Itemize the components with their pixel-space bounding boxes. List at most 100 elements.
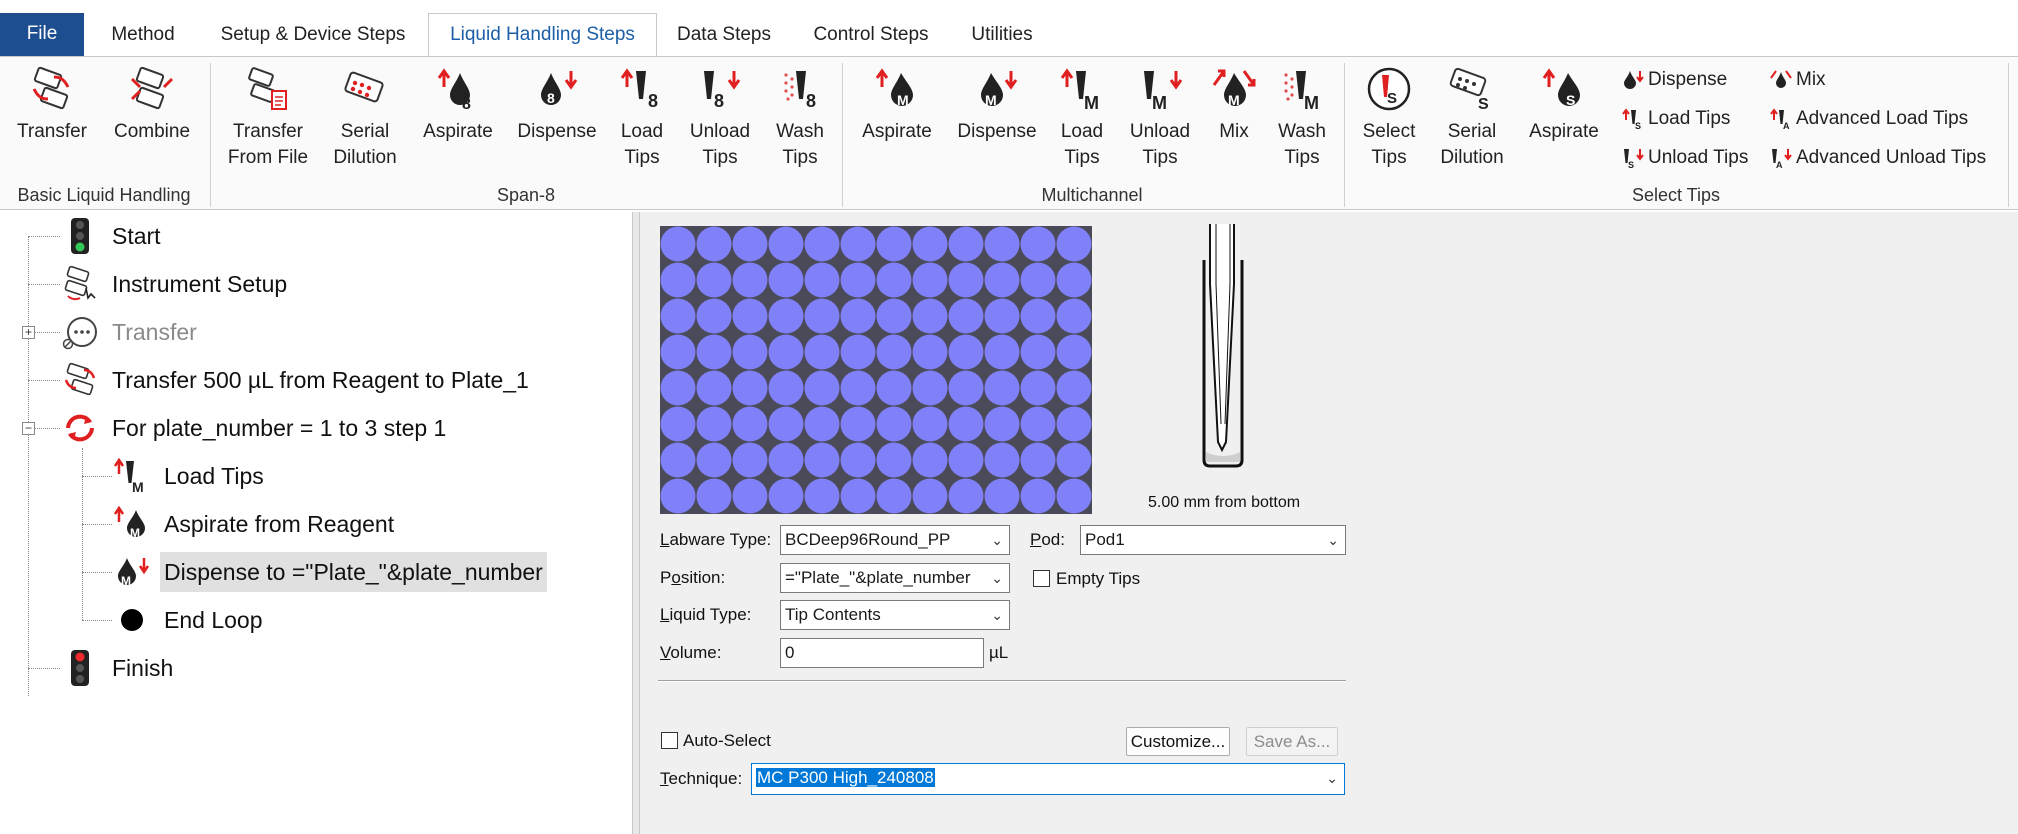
plate-well[interactable]	[876, 334, 912, 370]
plate-well[interactable]	[984, 298, 1020, 334]
plate-well[interactable]	[804, 262, 840, 298]
liquid-type-dropdown[interactable]: Tip Contents ⌄	[780, 600, 1010, 630]
mc-mix-button[interactable]: M Mix	[1208, 65, 1260, 145]
select-tips-button[interactable]: S Select Tips	[1356, 65, 1422, 171]
plate-well[interactable]	[1056, 334, 1092, 370]
plate-well[interactable]	[732, 370, 768, 406]
plate-well[interactable]	[660, 226, 696, 262]
plate-well[interactable]	[912, 298, 948, 334]
volume-input[interactable]: 0	[780, 638, 984, 668]
plate-well[interactable]	[1056, 262, 1092, 298]
save-as-button[interactable]: Save As...	[1246, 727, 1338, 756]
span8-serial-dilution-button[interactable]: Serial Dilution	[326, 65, 404, 171]
plate-well[interactable]	[696, 478, 732, 514]
plate-well[interactable]	[840, 334, 876, 370]
mc-load-tips-button[interactable]: M Load Tips	[1056, 65, 1108, 171]
plate-well[interactable]	[840, 298, 876, 334]
plate-well[interactable]	[768, 370, 804, 406]
plate-well[interactable]	[876, 370, 912, 406]
plate-well[interactable]	[984, 478, 1020, 514]
plate-well[interactable]	[1056, 478, 1092, 514]
plate-well[interactable]	[1056, 406, 1092, 442]
plate-well[interactable]	[876, 262, 912, 298]
st-advanced-load-tips-button[interactable]: A Advanced Load Tips	[1770, 104, 1968, 134]
mc-dispense-button[interactable]: M Dispense	[950, 65, 1044, 145]
plate-well[interactable]	[1020, 298, 1056, 334]
plate-well[interactable]	[912, 226, 948, 262]
technique-dropdown[interactable]: MC P300 High_240808 ⌄	[751, 763, 1345, 795]
plate-well[interactable]	[696, 226, 732, 262]
plate-well[interactable]	[948, 334, 984, 370]
plate-well[interactable]	[948, 370, 984, 406]
plate-well[interactable]	[984, 406, 1020, 442]
plate-well[interactable]	[732, 478, 768, 514]
plate-well[interactable]	[696, 442, 732, 478]
mc-wash-tips-button[interactable]: M Wash Tips	[1274, 65, 1330, 171]
pod-dropdown[interactable]: Pod1 ⌄	[1080, 525, 1346, 555]
plate-well[interactable]	[1056, 298, 1092, 334]
plate-well[interactable]	[768, 262, 804, 298]
plate-well[interactable]	[660, 262, 696, 298]
pane-splitter[interactable]	[632, 212, 640, 834]
plate-well[interactable]	[840, 406, 876, 442]
plate-well[interactable]	[696, 262, 732, 298]
plate-well[interactable]	[696, 406, 732, 442]
tab-data-steps[interactable]: Data Steps	[669, 14, 779, 56]
plate-well[interactable]	[1020, 262, 1056, 298]
labware-type-dropdown[interactable]: BCDeep96Round_PP ⌄	[780, 525, 1010, 555]
plate-well[interactable]	[768, 298, 804, 334]
plate-well[interactable]	[984, 370, 1020, 406]
collapse-toggle[interactable]: −	[22, 422, 35, 435]
plate-well[interactable]	[660, 298, 696, 334]
tab-file[interactable]: File	[0, 13, 84, 56]
st-unload-tips-button[interactable]: S Unload Tips	[1622, 143, 1748, 173]
plate-well[interactable]	[696, 370, 732, 406]
plate-well[interactable]	[984, 262, 1020, 298]
plate-well[interactable]	[840, 442, 876, 478]
plate-well[interactable]	[696, 334, 732, 370]
plate-well[interactable]	[1020, 406, 1056, 442]
plate-well[interactable]	[1056, 370, 1092, 406]
span8-unload-tips-button[interactable]: 8 Unload Tips	[684, 65, 756, 171]
plate-well[interactable]	[912, 262, 948, 298]
plate-well[interactable]	[948, 262, 984, 298]
span8-transfer-from-file-button[interactable]: Transfer From File	[226, 65, 310, 171]
plate-well[interactable]	[660, 370, 696, 406]
span8-wash-tips-button[interactable]: 8 Wash Tips	[770, 65, 830, 171]
plate-well[interactable]	[768, 226, 804, 262]
plate-well[interactable]	[804, 406, 840, 442]
plate-well[interactable]	[732, 262, 768, 298]
plate-well[interactable]	[660, 334, 696, 370]
plate-well[interactable]	[768, 406, 804, 442]
empty-tips-checkbox[interactable]	[1033, 570, 1050, 587]
plate-well[interactable]	[660, 406, 696, 442]
plate-well[interactable]	[1020, 370, 1056, 406]
st-mix-button[interactable]: Mix	[1770, 65, 1826, 95]
span8-aspirate-button[interactable]: 8 Aspirate	[418, 65, 498, 145]
mc-aspirate-button[interactable]: M Aspirate	[856, 65, 938, 145]
plate-well[interactable]	[768, 442, 804, 478]
plate-well[interactable]	[1020, 442, 1056, 478]
plate-well[interactable]	[1020, 478, 1056, 514]
plate-well[interactable]	[876, 442, 912, 478]
plate-well[interactable]	[876, 478, 912, 514]
tab-liquid-handling-steps[interactable]: Liquid Handling Steps	[428, 13, 657, 57]
plate-well[interactable]	[876, 406, 912, 442]
plate-well[interactable]	[912, 370, 948, 406]
plate-well[interactable]	[696, 298, 732, 334]
labware-plate-view[interactable]	[660, 226, 1092, 514]
tab-control-steps[interactable]: Control Steps	[800, 14, 942, 56]
plate-well[interactable]	[732, 334, 768, 370]
st-dispense-button[interactable]: Dispense	[1622, 65, 1727, 95]
position-dropdown[interactable]: ="Plate_"&plate_number ⌄	[780, 563, 1010, 593]
plate-well[interactable]	[804, 370, 840, 406]
plate-well[interactable]	[1056, 442, 1092, 478]
plate-well[interactable]	[840, 478, 876, 514]
tab-utilities[interactable]: Utilities	[960, 14, 1044, 56]
plate-well[interactable]	[912, 442, 948, 478]
plate-well[interactable]	[912, 406, 948, 442]
plate-well[interactable]	[912, 478, 948, 514]
plate-well[interactable]	[948, 298, 984, 334]
st-aspirate-button[interactable]: S Aspirate	[1524, 65, 1604, 145]
plate-well[interactable]	[876, 298, 912, 334]
